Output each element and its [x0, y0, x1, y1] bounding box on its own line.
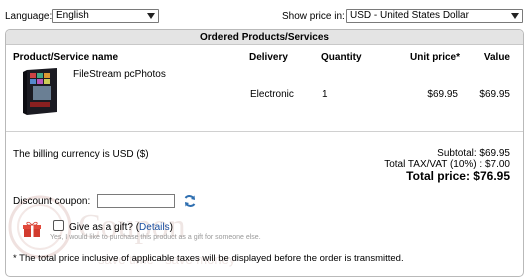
footnote: * The total price inclusive of applicabl… [13, 253, 404, 264]
divider [6, 131, 523, 132]
currency-select[interactable]: USD - United States Dollar [346, 9, 523, 23]
gift-label: Give as a gift? (Details) [69, 222, 173, 233]
chevron-down-icon [147, 13, 155, 19]
gift-label-text: Give as a gift? [69, 222, 133, 233]
coupon-label: Discount coupon: [13, 196, 91, 207]
chevron-down-icon [511, 13, 519, 19]
column-header-unit-price: Unit price* [409, 52, 460, 63]
top-bar: Language: English Show price in: USD - U… [0, 0, 530, 30]
total-price: Total price: $76.95 [406, 169, 510, 183]
order-panel: Ordered Products/Services Product/Servic… [5, 29, 524, 277]
currency-select-value: USD - United States Dollar [350, 10, 469, 21]
coupon-input[interactable] [97, 194, 175, 208]
gift-description: Yes, I would like to purchase this produ… [50, 234, 261, 241]
column-header-value: Value [483, 52, 510, 63]
product-name: FileStream pcPhotos [73, 69, 166, 80]
billing-currency-note: The billing currency is USD ($) [13, 149, 149, 160]
gift-details-close: ) [169, 222, 173, 233]
language-select[interactable]: English [52, 9, 159, 23]
gift-checkbox[interactable] [53, 220, 64, 231]
gift-details-link[interactable]: Details [139, 222, 170, 233]
language-label: Language: [5, 11, 53, 22]
refresh-icon[interactable] [183, 194, 197, 208]
column-header-quantity: Quantity [321, 52, 362, 63]
panel-title: Ordered Products/Services [6, 30, 523, 45]
product-quantity: 1 [322, 89, 328, 100]
gift-icon [23, 221, 41, 237]
column-header-product: Product/Service name [13, 52, 119, 63]
column-header-delivery: Delivery [249, 52, 288, 63]
product-value: $69.95 [479, 89, 510, 100]
language-select-value: English [56, 10, 89, 21]
subtotal: Subtotal: $69.95 [437, 148, 510, 159]
show-price-label: Show price in: [282, 11, 345, 22]
product-box-image [23, 68, 57, 115]
product-delivery: Electronic [250, 89, 294, 100]
